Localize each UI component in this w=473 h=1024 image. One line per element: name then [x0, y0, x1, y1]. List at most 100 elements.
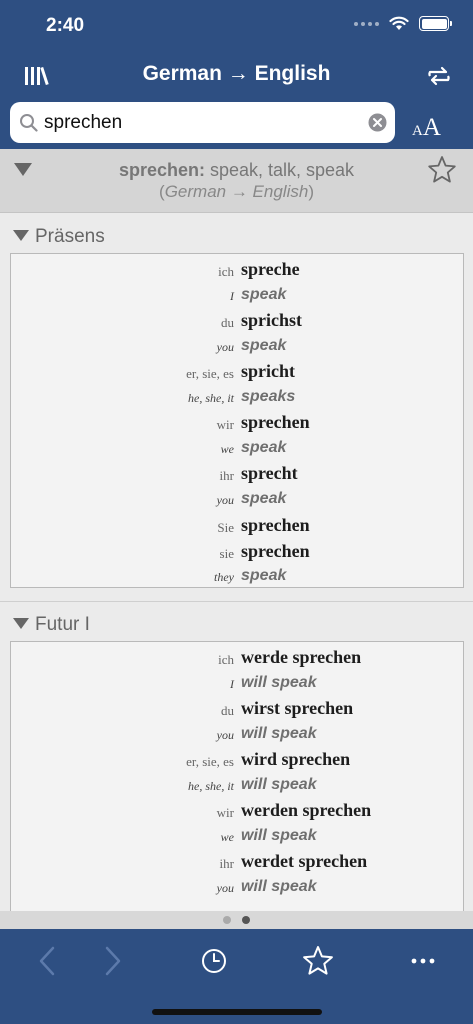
verb-form: sprecht — [241, 463, 298, 483]
cellular-signal-icon — [354, 21, 379, 26]
swap-direction-icon[interactable] — [427, 64, 451, 88]
bottom-toolbar — [0, 929, 473, 1024]
english-form-row: Ispeak — [11, 285, 463, 307]
verb-form: wirst sprechen — [241, 698, 354, 718]
conjugation-table-praesens: ich spreche Ispeak du sprichst you speak er, si… — [10, 253, 464, 588]
collapse-triangle-icon[interactable] — [13, 618, 29, 629]
search-icon — [20, 114, 38, 132]
section-header-praesens[interactable]: Präsens — [0, 217, 473, 253]
section-title: Futur I — [35, 614, 90, 635]
page-dot[interactable] — [223, 916, 231, 924]
pronoun: you — [216, 493, 234, 507]
verb-form: sprechen — [241, 541, 310, 561]
status-indicators — [354, 16, 452, 31]
pronoun: du — [221, 703, 234, 718]
verb-form: will speak — [241, 725, 317, 742]
english-form-row: we speak — [11, 438, 463, 460]
ellipsis-icon[interactable] — [405, 943, 441, 979]
pronoun: wir — [216, 805, 234, 820]
star-icon[interactable] — [427, 155, 457, 185]
verb-form: werden sprechen — [241, 800, 372, 820]
german-form-row: du wirst sprechen — [11, 698, 463, 720]
clear-search-icon[interactable] — [368, 113, 387, 132]
english-form-row: he, she, it speaks — [11, 387, 463, 409]
section-header-futur-i[interactable]: Futur I — [0, 605, 473, 641]
verb-form: will speak — [241, 827, 317, 844]
verb-form: sprechen — [241, 412, 310, 432]
pronoun: you — [216, 881, 234, 895]
clock-icon[interactable] — [196, 943, 232, 979]
search-input[interactable] — [44, 107, 364, 138]
close-paren: ) — [308, 182, 314, 201]
star-icon[interactable] — [300, 943, 336, 979]
german-form-row: sie sprechen — [11, 541, 463, 563]
entry-summary: sprechen: speak, talk, speak — [0, 160, 473, 181]
german-form-row: ihr werdet sprechen — [11, 851, 463, 873]
verb-form: speaks — [241, 388, 296, 405]
german-form-row: Sie sprechen — [11, 515, 463, 537]
verb-form: speak — [241, 567, 287, 584]
verb-form: spreche — [241, 259, 300, 279]
pronoun: we — [220, 442, 234, 456]
battery-icon — [419, 16, 452, 31]
verb-form: will speak — [241, 776, 317, 793]
pronoun: sie — [219, 546, 234, 561]
page-dot-active[interactable] — [242, 916, 250, 924]
english-form-row: you will speak — [11, 724, 463, 746]
section-divider — [0, 601, 473, 602]
pronoun: er, sie, es — [186, 366, 234, 381]
pronoun: you — [216, 728, 234, 742]
english-form-row: you speak — [11, 336, 463, 358]
pronoun: he, she, it — [188, 779, 234, 793]
status-time: 2:40 — [46, 15, 85, 36]
english-form-row: you speak — [11, 489, 463, 511]
font-size-icon[interactable]: AA — [412, 114, 441, 142]
verb-form: speak — [241, 490, 287, 507]
pronoun: wir — [216, 417, 234, 432]
verb-form: spricht — [241, 361, 295, 381]
pronoun: you — [216, 340, 234, 354]
search-field[interactable] — [10, 102, 395, 143]
home-indicator — [152, 1009, 322, 1015]
entry-headword: sprechen: — [118, 160, 205, 180]
verb-form: will speak — [241, 674, 317, 691]
german-form-row: er, sie, es spricht — [11, 361, 463, 383]
navigation-bar: German → English — [0, 52, 473, 100]
pronoun: ich — [218, 652, 234, 667]
nav-title: German → English — [142, 62, 331, 85]
conjugation-table-futur-i: ich werde sprechen Iwill speak du wirst spre… — [10, 641, 464, 911]
pronoun: du — [221, 315, 234, 330]
verb-form: sprechen — [241, 515, 310, 535]
verb-form: wird sprechen — [241, 749, 351, 769]
verb-form: speak — [241, 337, 287, 354]
pronoun: ich — [218, 264, 234, 279]
english-form-row: Iwill speak — [11, 673, 463, 695]
dictionary-content[interactable]: sprechen: speak, talk, speak (German → E… — [0, 149, 473, 911]
pronoun: ihr — [219, 468, 234, 483]
verb-form: speak — [241, 286, 287, 303]
german-form-row: ich werde sprechen — [11, 647, 463, 669]
pronoun: Sie — [217, 520, 234, 535]
search-row: AA — [0, 100, 473, 148]
chevron-left-icon[interactable] — [30, 943, 66, 979]
verb-form: werdet sprechen — [241, 851, 368, 871]
english-form-row: they speak — [11, 566, 463, 587]
verb-form: sprichst — [241, 310, 303, 330]
english-form-row: we will speak — [11, 826, 463, 848]
verb-form: werde sprechen — [241, 647, 362, 667]
german-form-row: ihr sprecht — [11, 463, 463, 485]
page-indicator[interactable] — [0, 911, 473, 929]
pronoun: he, she, it — [188, 391, 234, 405]
pronoun: they — [214, 570, 234, 584]
entry-direction: (German → English) — [0, 182, 473, 202]
verb-form: will speak — [241, 878, 317, 895]
entry-direction-text: German → English — [164, 182, 309, 201]
font-size-small-label: A — [412, 123, 423, 139]
chevron-right-icon[interactable] — [94, 943, 130, 979]
german-form-row: er, sie, es wird sprechen — [11, 749, 463, 771]
collapse-triangle-icon[interactable] — [13, 230, 29, 241]
german-form-row: du sprichst — [11, 310, 463, 332]
entry-header[interactable]: sprechen: speak, talk, speak (German → E… — [0, 149, 473, 213]
pronoun: ihr — [219, 856, 234, 871]
pronoun: I — [230, 677, 234, 691]
